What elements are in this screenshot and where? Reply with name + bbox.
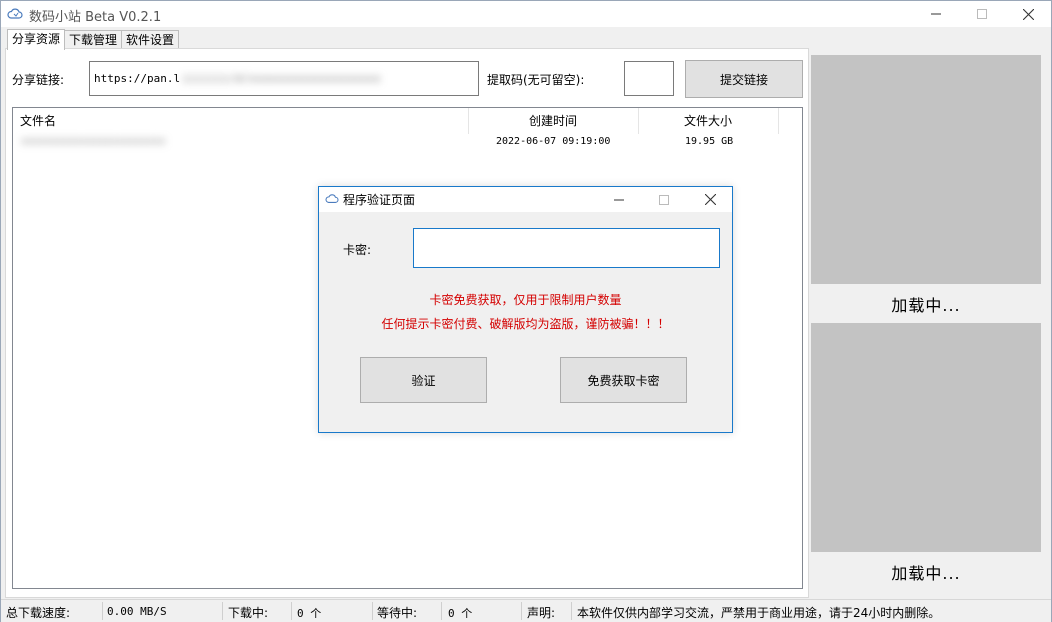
extract-code-input[interactable]: [624, 61, 674, 96]
cloud-icon: [7, 7, 23, 21]
ad-placeholder-top[interactable]: [811, 55, 1041, 284]
ad-loading-label-bottom: 加载中...: [891, 564, 961, 583]
warning-text-line1: 卡密免费获取，仅用于限制用户数量: [429, 293, 622, 307]
file-size-cell: 19.95 GB: [685, 136, 734, 147]
share-link-value: https://pan.l: [94, 72, 181, 85]
waiting-value: 0 个: [448, 607, 473, 620]
window-title: 数码小站 Beta V0.2.1: [29, 10, 162, 25]
submit-link-button[interactable]: 提交链接: [685, 60, 803, 98]
downloading-value: 0 个: [297, 607, 322, 620]
title-bar[interactable]: 数码小站 Beta V0.2.1: [1, 1, 1051, 27]
tab-strip: 分享资源 下载管理 软件设置: [7, 29, 180, 50]
extract-code-label: 提取码(无可留空):: [487, 73, 585, 87]
column-header-name[interactable]: 文件名: [20, 112, 56, 129]
tab-settings[interactable]: 软件设置: [121, 30, 180, 49]
notice-text: 本软件仅供内部学习交流，严禁用于商业用途，请于24小时内删除。: [577, 606, 941, 620]
get-free-key-button[interactable]: 免费获取卡密: [560, 357, 687, 403]
ad-placeholder-bottom[interactable]: [811, 323, 1041, 552]
key-label: 卡密:: [343, 243, 372, 257]
dialog-maximize-button[interactable]: [641, 187, 687, 212]
share-link-label: 分享链接:: [12, 73, 65, 87]
file-list-header: 文件名 创建时间 文件大小: [13, 108, 802, 134]
minimize-button[interactable]: [913, 1, 959, 27]
cloud-icon: [325, 193, 339, 208]
key-input[interactable]: [413, 228, 720, 268]
minimize-icon: [931, 13, 941, 15]
share-link-obscured: iiiiiii/d/xxxxxxxxxxxxxxxxxxxx: [182, 72, 381, 85]
maximize-icon: [977, 9, 987, 19]
tab-download-manager[interactable]: 下载管理: [64, 30, 123, 49]
minimize-icon: [614, 199, 624, 200]
file-created-cell: 2022-06-07 09:19:00: [496, 136, 611, 147]
total-speed-label: 总下载速度:: [6, 606, 71, 620]
dialog-title-bar[interactable]: 程序验证页面: [319, 187, 732, 212]
tab-share-resources[interactable]: 分享资源: [7, 29, 66, 50]
total-speed-value: 0.00 MB/S: [107, 605, 167, 618]
notice-label: 声明:: [527, 606, 556, 620]
dialog-minimize-button[interactable]: [596, 187, 642, 212]
status-bar: 总下载速度: 0.00 MB/S 下载中: 0 个 等待中: 0 个 声明: 本…: [1, 599, 1051, 622]
verification-dialog: 程序验证页面 卡密: 卡密免费获取，仅用于限制用户数量 任何提示卡密付费、破解版…: [318, 186, 733, 433]
column-header-created[interactable]: 创建时间: [529, 112, 577, 129]
close-icon: [1022, 8, 1034, 20]
dialog-title: 程序验证页面: [343, 193, 416, 207]
close-button[interactable]: [1005, 1, 1051, 27]
verify-button[interactable]: 验证: [360, 357, 487, 403]
column-header-size[interactable]: 文件大小: [684, 112, 732, 129]
maximize-icon: [659, 194, 669, 205]
share-link-input[interactable]: https://pan.l iiiiiii/d/xxxxxxxxxxxxxxxxx…: [89, 61, 479, 96]
ad-loading-label-top: 加载中...: [891, 296, 961, 315]
waiting-label: 等待中:: [377, 606, 418, 620]
dialog-close-button[interactable]: [687, 187, 733, 212]
downloading-label: 下载中:: [228, 606, 269, 620]
file-name-cell: xxxxxxxxxxxxxxxxxxxxxxxx: [21, 136, 166, 147]
warning-text-line2: 任何提示卡密付费、破解版均为盗版，谨防被骗！！！: [381, 317, 670, 331]
close-icon: [704, 194, 716, 205]
maximize-button[interactable]: [959, 1, 1005, 27]
